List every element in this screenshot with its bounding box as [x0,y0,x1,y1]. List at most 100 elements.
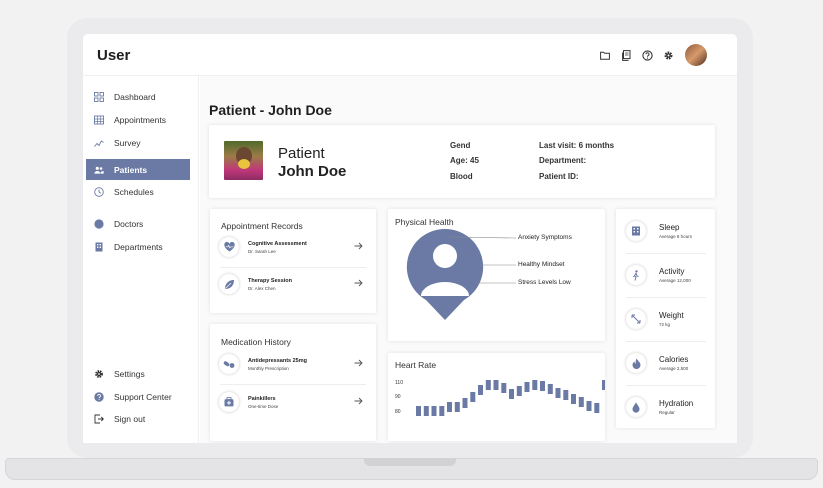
stats-card: Sleep Average 8 hours Activity Average 1… [616,209,715,428]
sidebar-item-patients[interactable]: Patients [86,159,190,180]
list-item[interactable]: Antidepressants 25mg Monthly Prescriptio… [219,348,368,380]
sidebar-item-support[interactable]: Support Center [86,386,190,407]
sidebar-item-departments[interactable]: Departments [86,236,190,257]
stat-item[interactable]: Hydration Regular [626,387,706,427]
sidebar-item-label: Doctors [114,218,144,229]
physical-health-card: Physical Health Anxiety Symptoms Healthy… [388,209,605,341]
flame-icon [626,353,646,373]
trend-icon [94,139,104,147]
logout-icon [94,414,104,423]
sidebar-item-label: Settings [114,368,145,379]
sidebar-item-label: Appointments [114,114,166,125]
grid-icon [94,91,104,102]
arrow-right-icon[interactable] [354,357,364,369]
appointment-records-card: Appointment Records Cognitive Assessment… [210,209,376,313]
stat-item[interactable]: Activity Average 12,000 [626,255,706,295]
department-label: Department: [539,156,587,165]
patient-info-card: Patient John Doe Gend Age: 45 Blood Last… [209,125,715,198]
clock-icon [94,186,104,197]
heart-rate-bar [540,381,545,391]
stat-item[interactable]: Sleep Average 8 hours [626,211,706,251]
heart-rate-bar [524,382,530,392]
stat-value: Average 12,000 [659,278,691,283]
card-title: Medication History [221,337,291,347]
page-title: Patient - John Doe [209,102,332,118]
last-visit-label: Last visit: 6 months [539,141,615,150]
legend-item: Anxiety Symptoms [518,234,572,241]
sidebar-item-settings[interactable]: Settings [86,363,190,384]
record-doctor: Dr. Alex Chen [248,285,276,291]
divider [626,341,706,342]
help-icon[interactable] [640,48,654,62]
medkit-icon [219,392,239,412]
legend-item: Healthy Mindset [518,261,565,268]
medication-note: Monthly Prescription [248,365,289,371]
stat-item[interactable]: Calories Average 2,500 [626,343,706,383]
heart-rate-bar [532,380,538,390]
stat-item[interactable]: Weight 72 kg [626,299,706,339]
arrow-right-icon[interactable] [354,395,364,407]
avatar[interactable] [685,44,707,66]
heart-rate-bar [555,388,561,398]
people-icon [94,166,104,174]
heart-rate-bar [431,406,437,416]
stat-name: Weight [659,311,684,320]
heart-rate-bar [501,383,507,393]
sidebar-item-label: Survey [114,137,141,148]
patient-photo [224,141,263,180]
sidebar-item-doctors[interactable]: Doctors [86,213,190,234]
patient-id-label: Patient ID: [539,172,579,181]
sidebar-item-label: Dashboard [114,91,156,102]
divider [626,297,706,298]
medication-name: Antidepressants 25mg [248,357,307,364]
record-name: Therapy Session [248,277,293,284]
stat-name: Sleep [659,223,680,232]
top-bar: User [83,34,737,76]
folder-icon[interactable] [598,48,612,62]
record-doctor: Dr. Sarah Lee [248,248,276,254]
sidebar-item-survey[interactable]: Survey [86,132,190,153]
heart-rate-bar [470,392,476,402]
medication-history-card: Medication History Antidepressants 25mg … [210,324,376,441]
arrow-right-icon[interactable] [354,240,364,252]
laptop-notch [364,458,456,466]
list-item[interactable]: Painkillers One-time Dose [219,386,368,418]
medication-note: One-time Dose [248,403,279,409]
heart-rate-bar [571,394,576,404]
heart-rate-bar [416,406,421,416]
stat-value: Average 2,500 [659,366,689,371]
building-icon [95,242,103,251]
heart-rate-bar [462,398,468,408]
sidebar-item-dashboard[interactable]: Dashboard [86,86,190,107]
gear-icon[interactable] [661,48,675,62]
patient-name: John Doe [278,163,347,180]
record-name: Cognitive Assessment [248,240,307,247]
circle-icon [94,218,104,229]
app-screen: User Dashboard Appointments Survey Patie… [83,34,737,443]
medication-name: Painkillers [248,395,276,402]
divider [220,384,366,385]
calendar-grid-icon [94,115,104,124]
arrow-right-icon[interactable] [354,277,364,289]
sidebar: Dashboard Appointments Survey Patients S… [83,76,199,443]
app-title: User [97,47,131,64]
header-actions [598,44,707,66]
heart-pulse-icon [219,237,239,257]
list-item[interactable]: Cognitive Assessment Dr. Sarah Lee [219,231,368,263]
health-illustration [406,227,517,320]
heart-rate-bar [578,397,584,407]
stat-value: 72 kg [659,322,671,327]
heart-rate-bar [423,406,429,416]
sidebar-item-schedules[interactable]: Schedules [86,181,190,202]
list-item[interactable]: Therapy Session Dr. Alex Chen [219,268,368,300]
clipboard-icon[interactable] [619,48,633,62]
hotel-icon [626,221,646,241]
stat-name: Hydration [659,399,694,408]
heart-rate-bar [454,402,460,412]
heart-rate-bar [602,380,605,390]
help-icon [94,391,104,402]
sidebar-item-signout[interactable]: Sign out [86,408,190,429]
gear-icon [95,369,103,378]
sidebar-item-appointments[interactable]: Appointments [86,109,190,130]
gender-label: Gend [450,141,471,150]
